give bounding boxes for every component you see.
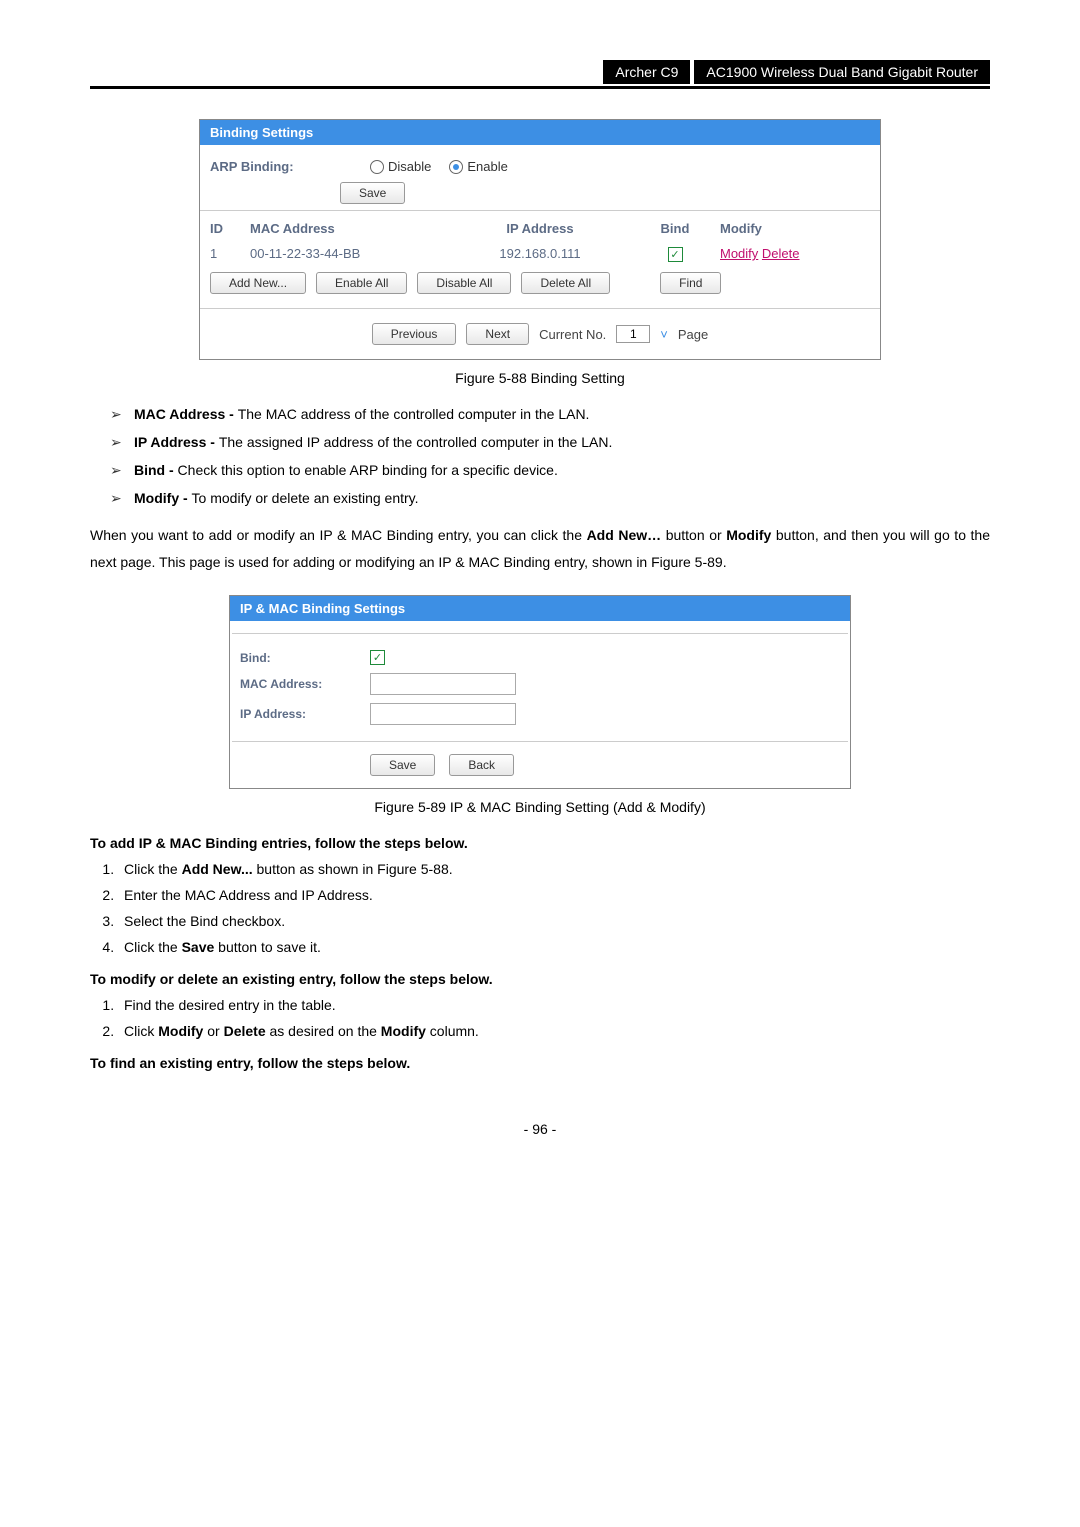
- cell-bind: ✓: [630, 246, 720, 262]
- panel-title-2: IP & MAC Binding Settings: [230, 596, 850, 621]
- enable-all-button[interactable]: Enable All: [316, 272, 407, 294]
- paragraph-1: When you want to add or modify an IP & M…: [90, 522, 990, 575]
- radio-icon: [449, 160, 463, 174]
- page-label: Page: [678, 327, 708, 342]
- current-no-input[interactable]: [616, 325, 650, 343]
- bullet-ip: IP Address - The assigned IP address of …: [110, 434, 990, 450]
- bind-label: Bind:: [240, 651, 370, 665]
- add-new-button[interactable]: Add New...: [210, 272, 306, 294]
- col-id: ID: [210, 221, 250, 236]
- arp-binding-label: ARP Binding:: [210, 159, 340, 174]
- page-number: - 96 -: [90, 1121, 990, 1137]
- current-no-label: Current No.: [539, 327, 606, 342]
- back-button[interactable]: Back: [449, 754, 514, 776]
- figure-caption-1: Figure 5-88 Binding Setting: [90, 370, 990, 386]
- ip-address-input[interactable]: [370, 703, 516, 725]
- previous-button[interactable]: Previous: [372, 323, 457, 345]
- add-step-1: Click the Add New... button as shown in …: [118, 861, 990, 877]
- bullet-bind: Bind - Check this option to enable ARP b…: [110, 462, 990, 478]
- add-step-2: Enter the MAC Address and IP Address.: [118, 887, 990, 903]
- mac-label: MAC Address:: [240, 677, 370, 691]
- mac-address-input[interactable]: [370, 673, 516, 695]
- panel-title: Binding Settings: [200, 120, 880, 145]
- add-step-3: Select the Bind checkbox.: [118, 913, 990, 929]
- save-button-2[interactable]: Save: [370, 754, 435, 776]
- radio-disable-label: Disable: [388, 159, 431, 174]
- delete-all-button[interactable]: Delete All: [521, 272, 610, 294]
- radio-icon: [370, 160, 384, 174]
- col-bind: Bind: [630, 221, 720, 236]
- table-header: ID MAC Address IP Address Bind Modify: [200, 211, 880, 242]
- save-button[interactable]: Save: [340, 182, 405, 204]
- bind-checkbox[interactable]: ✓: [370, 650, 385, 665]
- col-ip: IP Address: [450, 221, 630, 236]
- find-heading: To find an existing entry, follow the st…: [90, 1055, 990, 1071]
- header-title: AC1900 Wireless Dual Band Gigabit Router: [694, 60, 990, 84]
- cell-mac: 00-11-22-33-44-BB: [250, 246, 450, 262]
- figure-caption-2: Figure 5-89 IP & MAC Binding Setting (Ad…: [90, 799, 990, 815]
- next-button[interactable]: Next: [466, 323, 529, 345]
- find-button[interactable]: Find: [660, 272, 721, 294]
- check-icon: ✓: [668, 247, 683, 262]
- add-step-4: Click the Save button to save it.: [118, 939, 990, 955]
- radio-enable[interactable]: Enable: [449, 159, 507, 174]
- delete-link[interactable]: Delete: [762, 246, 800, 261]
- table-row: 1 00-11-22-33-44-BB 192.168.0.111 ✓ Modi…: [200, 242, 880, 272]
- modify-heading: To modify or delete an existing entry, f…: [90, 971, 990, 987]
- radio-disable[interactable]: Disable: [370, 159, 431, 174]
- ip-mac-binding-screenshot: IP & MAC Binding Settings Bind: ✓ MAC Ad…: [229, 595, 851, 789]
- bullet-mac: MAC Address - The MAC address of the con…: [110, 406, 990, 422]
- add-heading: To add IP & MAC Binding entries, follow …: [90, 835, 990, 851]
- cell-id: 1: [210, 246, 250, 262]
- mod-step-2: Click Modify or Delete as desired on the…: [118, 1023, 990, 1039]
- col-modify: Modify: [720, 221, 840, 236]
- bullet-modify: Modify - To modify or delete an existing…: [110, 490, 990, 506]
- mod-step-1: Find the desired entry in the table.: [118, 997, 990, 1013]
- chevron-down-icon[interactable]: ˅: [660, 327, 668, 342]
- modify-link[interactable]: Modify: [720, 246, 758, 261]
- ip-label: IP Address:: [240, 707, 370, 721]
- col-mac: MAC Address: [250, 221, 450, 236]
- header-model: Archer C9: [603, 60, 694, 84]
- radio-enable-label: Enable: [467, 159, 507, 174]
- cell-ip: 192.168.0.111: [450, 246, 630, 262]
- binding-settings-screenshot: Binding Settings ARP Binding: Disable En…: [199, 119, 881, 360]
- disable-all-button[interactable]: Disable All: [417, 272, 511, 294]
